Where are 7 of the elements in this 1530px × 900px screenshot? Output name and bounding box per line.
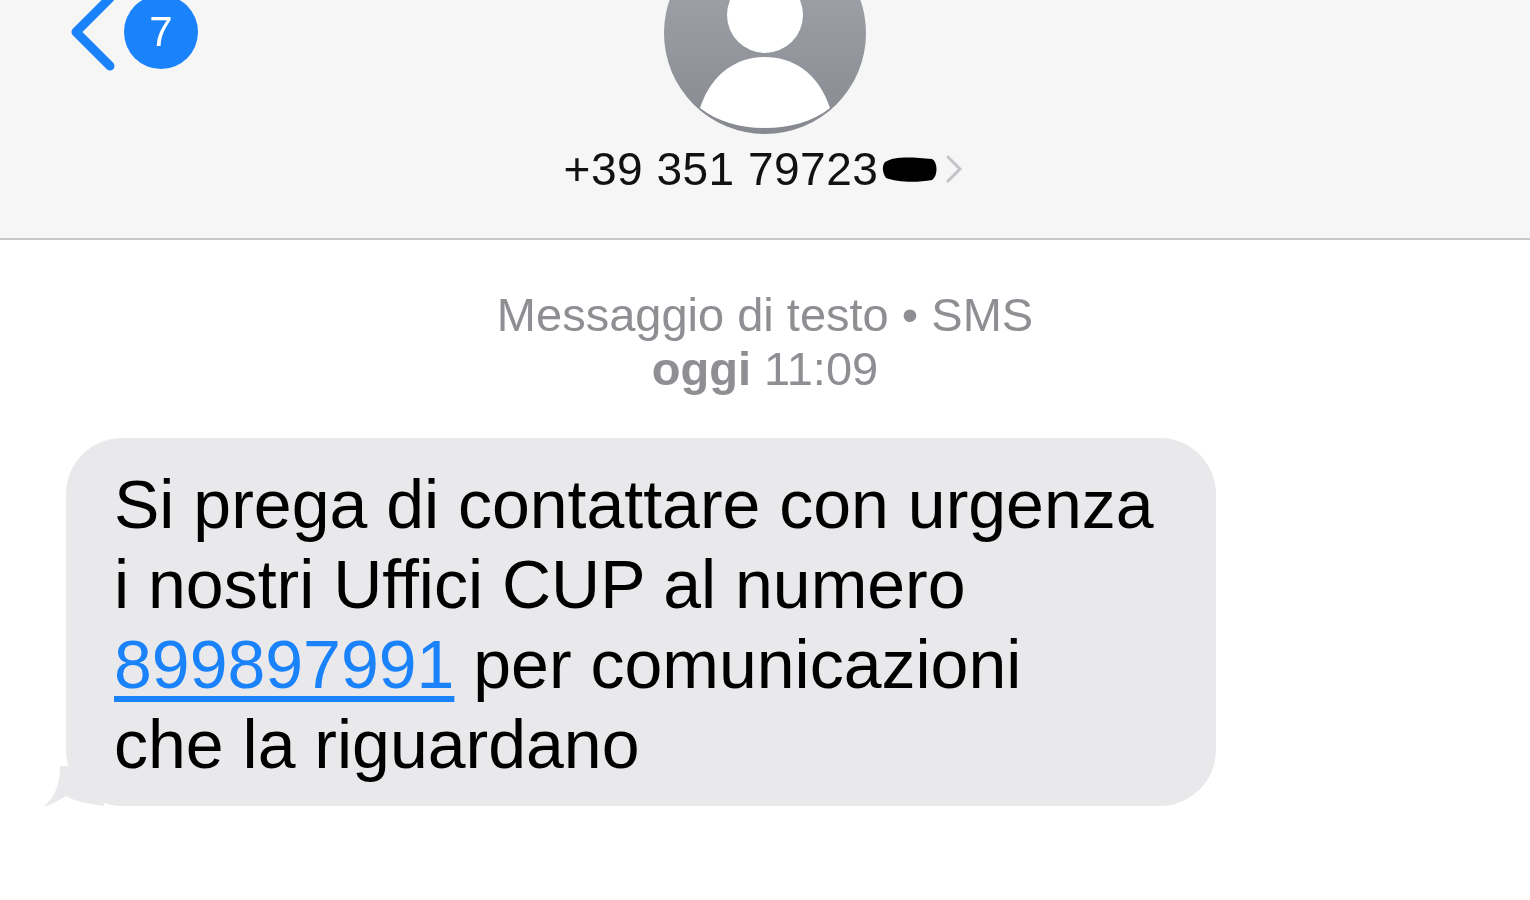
- service-label: Messaggio di testo • SMS: [496, 288, 1034, 342]
- timestamp: oggi 11:09: [651, 342, 879, 396]
- unread-count: 7: [124, 0, 198, 69]
- back-button[interactable]: 7: [66, 0, 198, 72]
- message-text: Si prega di contattare con urgenza i nostri Uffici CUP al numero 899897991 per comunicazioni che la riguardano: [114, 465, 1154, 784]
- contact-number[interactable]: +39 351 79723: [563, 142, 879, 196]
- phone-link[interactable]: 899897991: [114, 626, 455, 702]
